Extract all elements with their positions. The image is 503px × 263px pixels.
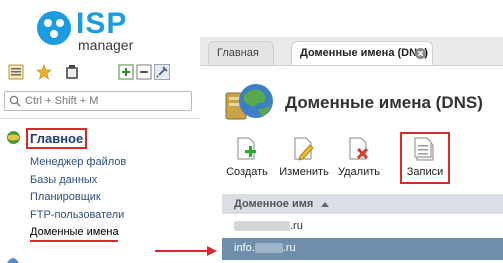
redacted-domain xyxy=(234,221,290,232)
star-icon[interactable] xyxy=(36,64,52,80)
menu-search[interactable] xyxy=(4,91,192,111)
logo-product-text: manager xyxy=(78,37,134,53)
ispmanager-logo: ISP manager xyxy=(36,7,146,53)
expand-icon[interactable] xyxy=(118,64,134,80)
tab-bar: Главная Доменные имена (DNS) xyxy=(200,37,503,66)
page-title: Доменные имена (DNS) xyxy=(285,93,483,112)
globe-group-icon xyxy=(7,131,20,144)
sidebar-toolbar xyxy=(8,64,193,82)
domain-cell: .ru xyxy=(234,220,303,232)
records-icon xyxy=(414,137,434,161)
delete-button[interactable]: Удалить xyxy=(337,137,381,181)
logo-brand-text: ISP xyxy=(76,7,128,40)
redacted-domain xyxy=(254,243,283,254)
collapse-icon[interactable] xyxy=(136,64,152,80)
edit-icon xyxy=(294,137,314,161)
sidebar-item-ftp-users[interactable]: FTP-пользователи xyxy=(30,209,126,227)
tab-main[interactable]: Главная xyxy=(208,41,274,65)
delete-label: Удалить xyxy=(338,166,380,178)
column-header-domain[interactable]: Доменное имя xyxy=(234,198,313,210)
sidebar-item-databases[interactable]: Базы данных xyxy=(30,174,126,192)
dns-globe-icon xyxy=(225,84,273,120)
sidebar-divider xyxy=(0,118,200,119)
nav-group-title[interactable]: Главное xyxy=(26,128,88,149)
logo-mark-icon xyxy=(37,11,71,45)
search-input[interactable] xyxy=(25,93,185,109)
close-icon[interactable] xyxy=(415,48,426,59)
list-icon[interactable] xyxy=(8,64,24,80)
table-row-selected[interactable]: info. .ru xyxy=(222,238,503,260)
delete-icon xyxy=(349,137,369,160)
pin-icon[interactable] xyxy=(154,64,170,80)
sidebar-item-file-manager[interactable]: Менеджер файлов xyxy=(30,156,126,174)
sidebar-item-scheduler[interactable]: Планировщик xyxy=(30,191,126,209)
sidebar-nav: Менеджер файлов Базы данных Планировщик … xyxy=(30,156,126,244)
create-label: Создать xyxy=(226,166,268,178)
annotation-underline xyxy=(30,240,118,242)
table-row[interactable]: .ru xyxy=(222,216,503,238)
edit-button[interactable]: Изменить xyxy=(278,137,330,181)
create-icon xyxy=(237,137,256,160)
annotation-arrow xyxy=(155,246,217,256)
tab-main-label: Главная xyxy=(217,47,259,59)
tab-domain-names-label: Доменные имена (DNS) xyxy=(300,47,429,59)
search-icon xyxy=(9,95,21,107)
records-button[interactable]: Записи xyxy=(400,132,450,184)
edit-label: Изменить xyxy=(279,166,329,178)
create-button[interactable]: Создать xyxy=(226,137,268,181)
tab-domain-names[interactable]: Доменные имена (DNS) xyxy=(291,41,433,65)
records-label: Записи xyxy=(406,166,444,178)
clipboard-icon[interactable] xyxy=(64,64,80,80)
sort-asc-icon[interactable] xyxy=(321,202,329,207)
domain-cell: info. .ru xyxy=(234,242,296,254)
table-header: Доменное имя xyxy=(222,194,503,214)
